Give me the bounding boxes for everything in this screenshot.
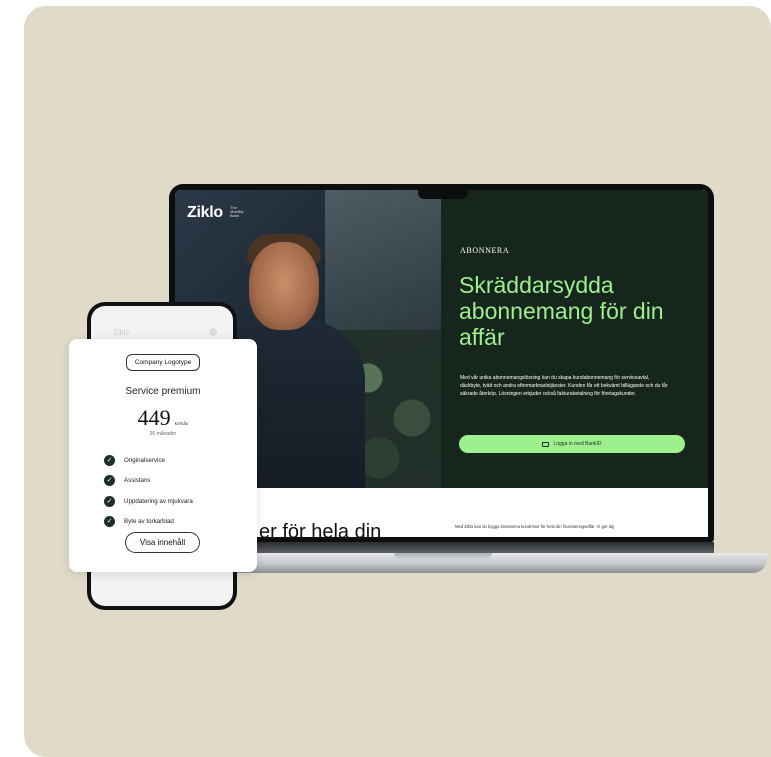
feature-label: Byte av torkarblad (124, 518, 174, 526)
service-card: Company Logotype Service premium 449 kr/m… (69, 339, 257, 572)
feature-item: ✓ Originalservice (104, 450, 193, 471)
feature-list: ✓ Originalservice ✓ Assistans ✓ Uppdater… (104, 450, 193, 532)
brand-tagline: The Mobility Bank (230, 205, 244, 218)
check-circle-icon: ✓ (104, 516, 115, 528)
bankid-icon (542, 441, 550, 447)
bankid-login-button[interactable]: Logga in med BankID (459, 435, 685, 453)
brand-logo[interactable]: Ziklo (187, 204, 223, 222)
phone-app-label: Ziklo (113, 328, 130, 337)
feature-label: Originalservice (124, 456, 165, 464)
company-logotype-button[interactable]: Company Logotype (126, 354, 200, 371)
hero-paragraph: Med vår unika abonnemangslösning kan du … (460, 375, 668, 398)
feature-item: ✓ Uppdatering av mjukvara (104, 491, 193, 512)
hero-panel: ABONNERA Skräddarsydda abonnemang för di… (441, 190, 708, 488)
feature-item: ✓ Assistans (104, 471, 193, 492)
laptop-base-notch (394, 553, 492, 559)
feature-item: ✓ Byte av torkarblad (104, 512, 193, 533)
service-title: Service premium (125, 386, 201, 397)
feature-label: Uppdatering av mjukvara (124, 497, 193, 505)
contract-term: 36 månader (149, 431, 177, 437)
price-unit: kr/mån (174, 421, 189, 426)
check-circle-icon: ✓ (104, 454, 115, 466)
hero-eyebrow: ABONNERA (460, 246, 510, 255)
price-row: 449 kr/mån (69, 405, 257, 431)
lower-heading: er för hela din (259, 521, 382, 537)
lower-text: Med Ziklo kan du bygga lönsamma kundreso… (455, 524, 615, 529)
bankid-login-label: Logga in med BankID (553, 441, 602, 447)
camera-notch (418, 190, 468, 199)
feature-label: Assistans (124, 477, 151, 485)
show-contents-button[interactable]: Visa innehåll (125, 532, 200, 553)
check-circle-icon: ✓ (104, 495, 115, 507)
price-value: 449 (137, 405, 171, 430)
check-circle-icon: ✓ (104, 475, 115, 487)
background-card: Ziklo The Mobility Bank ABONNERA Skrädda… (24, 6, 771, 757)
hero-headline: Skräddarsydda abonnemang för din affär (459, 272, 664, 350)
person-face (249, 242, 319, 330)
phone-menu-icon (209, 328, 217, 336)
